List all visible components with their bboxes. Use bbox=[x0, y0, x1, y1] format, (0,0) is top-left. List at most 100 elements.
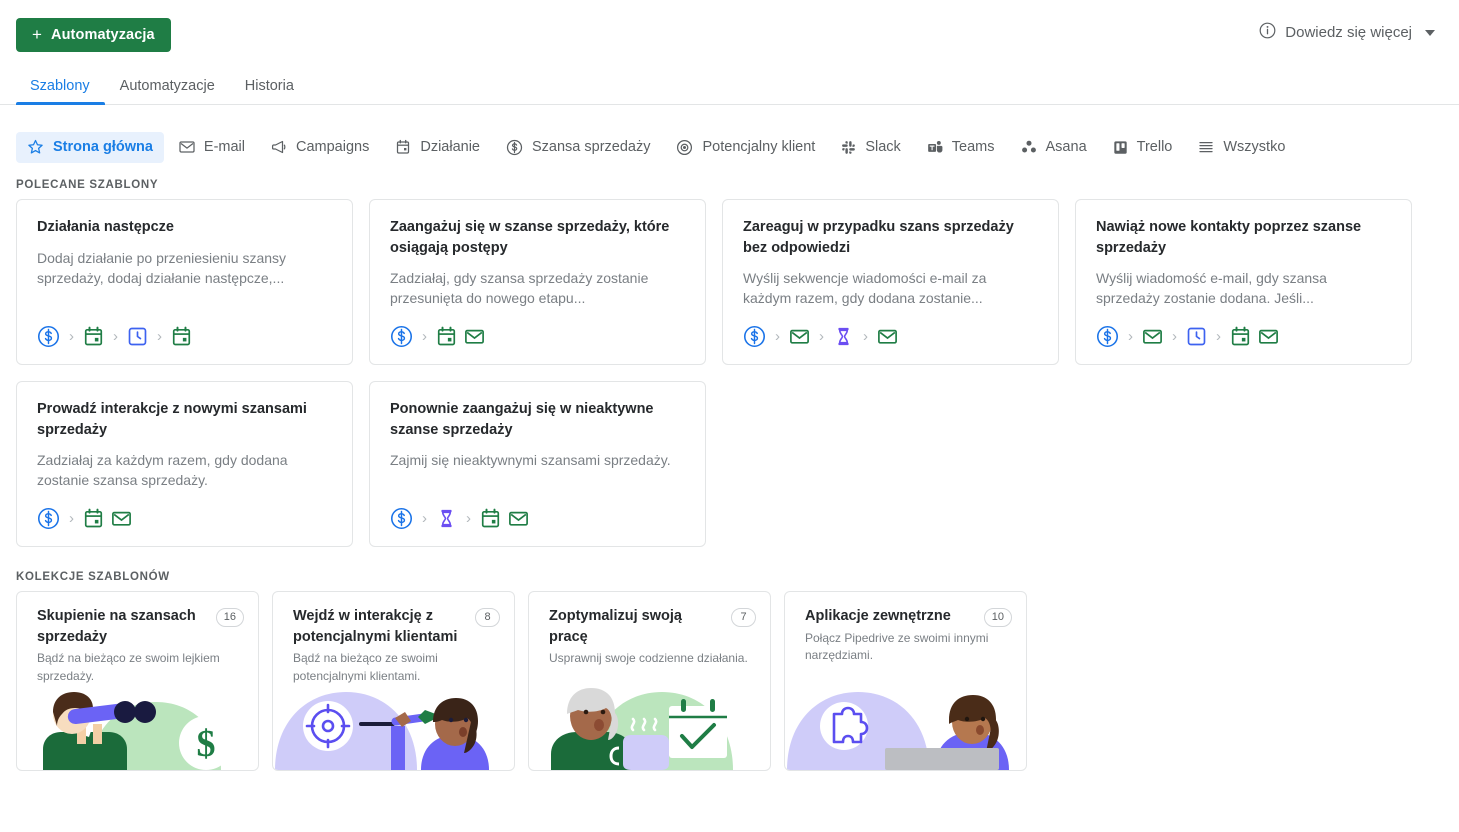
activity-icon bbox=[480, 508, 501, 529]
hourglass-icon bbox=[436, 508, 457, 529]
template-title: Nawiąż nowe kontakty poprzez szanse sprz… bbox=[1096, 219, 1362, 256]
template-step-flow: › › › bbox=[743, 325, 1038, 348]
puzzle-laptop-illustration bbox=[785, 686, 1026, 770]
template-description: Zajmij się nieaktywnymi szansami sprzeda… bbox=[390, 452, 671, 469]
collections-grid: Skupienie na szansach sprzedaży 16 Bądź … bbox=[0, 591, 1459, 771]
flow-arrow-icon: › bbox=[466, 510, 471, 527]
add-automation-label: Automatyzacja bbox=[51, 27, 155, 43]
collection-header: Skupienie na szansach sprzedaży 16 bbox=[17, 592, 258, 647]
email-icon bbox=[508, 508, 529, 529]
svg-text:$: $ bbox=[197, 723, 216, 765]
filter-campaigns[interactable]: Campaigns bbox=[260, 132, 380, 162]
template-description: Wyślij wiadomość e-mail, gdy szansa sprz… bbox=[1096, 270, 1327, 307]
calendar-icon bbox=[395, 139, 411, 155]
plus-icon: + bbox=[32, 25, 43, 44]
template-card[interactable]: Zareaguj w przypadku szans sprzedaży bez… bbox=[722, 199, 1059, 365]
filter-asana[interactable]: Asana bbox=[1010, 132, 1098, 162]
email-icon bbox=[1142, 326, 1163, 347]
collection-card[interactable]: Aplikacje zewnętrzne 10 Połącz Pipedrive… bbox=[784, 591, 1027, 771]
activity-icon bbox=[83, 326, 104, 347]
activity-icon bbox=[83, 508, 104, 529]
chevron-down-icon[interactable] bbox=[1425, 29, 1435, 36]
flow-arrow-icon: › bbox=[819, 328, 824, 345]
template-card[interactable]: Nawiąż nowe kontakty poprzez szanse sprz… bbox=[1075, 199, 1412, 365]
collection-description: Bądź na bieżąco ze swoimi potencjalnymi … bbox=[293, 651, 438, 683]
deal-icon bbox=[37, 507, 60, 530]
deal-icon bbox=[1096, 325, 1119, 348]
filter-potencjalny-klient[interactable]: Potencjalny klient bbox=[665, 132, 826, 163]
flow-arrow-icon: › bbox=[422, 328, 427, 345]
filter-label: Slack bbox=[865, 139, 901, 155]
star-icon bbox=[27, 139, 44, 156]
filter-teams[interactable]: Teams bbox=[916, 132, 1006, 162]
tab-bar: Szablony Automatyzacje Historia bbox=[0, 70, 1459, 105]
deal-icon bbox=[743, 325, 766, 348]
add-automation-button[interactable]: + Automatyzacja bbox=[16, 18, 171, 52]
template-description: Dodaj działanie po przeniesieniu szansy … bbox=[37, 249, 287, 286]
tab-automatyzacje[interactable]: Automatyzacje bbox=[105, 78, 230, 104]
template-step-flow: › › bbox=[390, 507, 685, 530]
collection-card[interactable]: Zoptymalizuj swoją pracę 7 Usprawnij swo… bbox=[528, 591, 771, 771]
email-icon bbox=[111, 508, 132, 529]
filter-label: Campaigns bbox=[296, 139, 370, 155]
top-bar: + Automatyzacja Dowiedz się więcej bbox=[0, 0, 1459, 70]
template-card[interactable]: Ponownie zaangażuj się w nieaktywne szan… bbox=[369, 381, 706, 547]
teams-icon bbox=[927, 140, 943, 155]
template-description: Wyślij sekwencje wiadomości e-mail za ka… bbox=[743, 270, 987, 307]
tab-szablony[interactable]: Szablony bbox=[16, 78, 105, 105]
binoculars-illustration: $ bbox=[17, 686, 258, 770]
activity-icon bbox=[1230, 326, 1251, 347]
template-title: Zareaguj w przypadku szans sprzedaży bez… bbox=[743, 219, 1014, 256]
collection-title: Skupienie na szansach sprzedaży bbox=[37, 608, 196, 645]
filter-wszystko[interactable]: Wszystko bbox=[1187, 132, 1296, 162]
filter-email[interactable]: E-mail bbox=[168, 132, 256, 162]
dart-target-illustration bbox=[273, 686, 514, 770]
template-title: Ponownie zaangażuj się w nieaktywne szan… bbox=[390, 401, 654, 438]
deal-icon bbox=[390, 507, 413, 530]
filter-label: Szansa sprzedaży bbox=[532, 139, 651, 155]
flow-arrow-icon: › bbox=[422, 510, 427, 527]
featured-templates-grid: Działania następcze Dodaj działanie po p… bbox=[0, 199, 1459, 547]
activity-icon bbox=[171, 326, 192, 347]
template-title: Zaangażuj się w szanse sprzedaży, które … bbox=[390, 219, 670, 256]
learn-more-label: Dowiedz się więcej bbox=[1285, 24, 1412, 41]
collection-description: Połącz Pipedrive ze swoimi innymi narzęd… bbox=[805, 631, 989, 663]
filter-dzialanie[interactable]: Działanie bbox=[384, 132, 491, 162]
filter-strona-glowna[interactable]: Strona główna bbox=[16, 131, 164, 163]
email-icon bbox=[877, 326, 898, 347]
delay-clock-icon bbox=[1186, 326, 1207, 347]
collection-card[interactable]: Skupienie na szansach sprzedaży 16 Bądź … bbox=[16, 591, 259, 771]
filter-slack[interactable]: Slack bbox=[830, 132, 911, 162]
template-step-flow: › › › bbox=[1096, 325, 1391, 348]
learn-more-button[interactable]: Dowiedz się więcej bbox=[1259, 18, 1435, 43]
email-icon bbox=[464, 326, 485, 347]
tab-historia[interactable]: Historia bbox=[230, 78, 309, 104]
flow-arrow-icon: › bbox=[157, 328, 162, 345]
template-description: Zadziałaj za każdym razem, gdy dodana zo… bbox=[37, 452, 288, 489]
flow-arrow-icon: › bbox=[863, 328, 868, 345]
template-card[interactable]: Zaangażuj się w szanse sprzedaży, które … bbox=[369, 199, 706, 365]
email-icon bbox=[789, 326, 810, 347]
target-icon bbox=[676, 139, 693, 156]
collection-count-badge: 7 bbox=[731, 608, 756, 627]
coffee-calendar-illustration bbox=[529, 686, 770, 770]
collection-title: Zoptymalizuj swoją pracę bbox=[549, 608, 682, 645]
template-card[interactable]: Działania następcze Dodaj działanie po p… bbox=[16, 199, 353, 365]
filter-trello[interactable]: Trello bbox=[1102, 132, 1184, 162]
filter-bar: Strona główna E-mail Campaigns Działanie… bbox=[0, 105, 1459, 167]
template-card[interactable]: Prowadź interakcje z nowymi szansami spr… bbox=[16, 381, 353, 547]
delay-clock-icon bbox=[127, 326, 148, 347]
collections-heading: KOLEKCJE SZABLONÓW bbox=[16, 571, 170, 583]
filter-szansa-sprzedazy[interactable]: Szansa sprzedaży bbox=[495, 132, 661, 163]
filter-label: Strona główna bbox=[53, 139, 153, 155]
collection-card[interactable]: Wejdź w interakcję z potencjalnymi klien… bbox=[272, 591, 515, 771]
template-title: Działania następcze bbox=[37, 219, 174, 235]
collection-title: Aplikacje zewnętrzne bbox=[805, 608, 951, 624]
filter-label: Trello bbox=[1136, 139, 1173, 155]
dollar-circle-icon bbox=[506, 139, 523, 156]
filter-label: E-mail bbox=[203, 139, 245, 155]
flow-arrow-icon: › bbox=[1216, 328, 1221, 345]
trello-icon bbox=[1113, 140, 1128, 155]
template-step-flow: › bbox=[390, 325, 685, 348]
collection-title: Wejdź w interakcję z potencjalnymi klien… bbox=[293, 608, 458, 645]
